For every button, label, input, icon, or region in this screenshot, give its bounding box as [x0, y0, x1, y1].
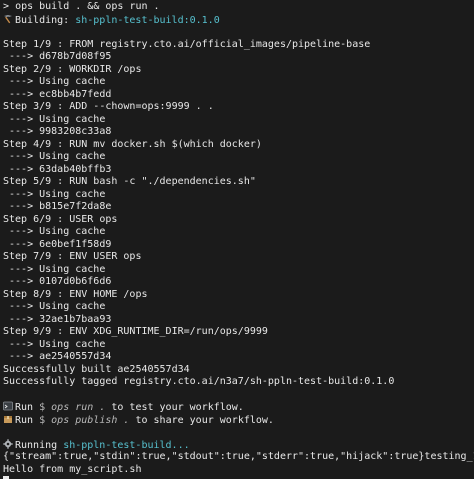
hint-command: ops run . — [51, 402, 106, 413]
step-line: Step 7/9 : ENV USER ops — [3, 251, 142, 262]
running-workflow-name: sh-ppln-test-build... — [63, 439, 190, 451]
step-output-line: ---> Using cache — [3, 188, 106, 200]
terminal-window[interactable]: > ops build . && ops run . Building: sh-… — [0, 0, 474, 479]
output-line: Hello from my_script.sh — [3, 463, 142, 475]
step-output-line: ---> Using cache — [3, 301, 106, 312]
hint-run-word: Run — [15, 414, 34, 426]
hint-description: to test your workflow. — [111, 402, 244, 413]
step-output-line: ---> Using cache — [3, 338, 106, 350]
hammer-pick-icon — [3, 14, 13, 24]
terminal-icon — [3, 401, 13, 411]
hint-dollar: $ — [39, 402, 46, 413]
prompt-symbol: > — [3, 1, 10, 12]
step-output-line: ---> 32ae1b7baa93 — [3, 313, 112, 325]
step-output-line: ---> 63dab40bffb3 — [3, 163, 112, 175]
step-output-line: ---> Using cache — [3, 263, 106, 275]
package-icon — [3, 414, 13, 424]
build-steps: Step 1/9 : FROM registry.cto.ai/official… — [3, 39, 474, 364]
step-output-line: ---> Using cache — [3, 151, 106, 162]
step-line: Step 8/9 : ENV HOME /ops — [3, 288, 148, 300]
build-success-line: Successfully built ae2540557d34 — [3, 363, 190, 375]
step-output-line: ---> Using cache — [3, 226, 106, 237]
building-image-name: sh-ppln-test-build:0.1.0 — [75, 14, 220, 26]
hint-line-run: Run $ ops run . to test your workflow. — [3, 401, 474, 414]
building-line: Building: sh-ppln-test-build:0.1.0 — [3, 14, 474, 27]
step-line: Step 3/9 : ADD --chown=ops:9999 . . — [3, 101, 214, 112]
running-label: Running — [15, 439, 58, 451]
step-output-line: ---> d678b7d08f95 — [3, 51, 112, 62]
gear-icon — [3, 438, 13, 449]
step-output-line: ---> 6e0bef1f58d9 — [3, 238, 112, 250]
hint-dollar: $ — [39, 414, 46, 426]
output-line: {"stream":true,"stdin":true,"stdout":tru… — [3, 451, 474, 462]
command-prompt-line: > ops build . && ops run . — [3, 1, 474, 14]
prompt-command: ops build . && ops run . — [15, 1, 160, 12]
building-label: Building: — [15, 14, 70, 26]
hint-run-word: Run — [15, 402, 34, 413]
step-output-line: ---> ec8bb4b7fedd — [3, 88, 112, 100]
step-output-line: ---> b815e7f2da8e — [3, 201, 112, 212]
step-output-line: ---> 9983208c33a8 — [3, 126, 112, 137]
running-line: Running sh-ppln-test-build... — [3, 438, 474, 452]
step-line: Step 5/9 : RUN bash -c "./dependencies.s… — [3, 176, 256, 187]
step-output-line: ---> Using cache — [3, 76, 106, 87]
hint-line-publish: Run $ ops publish . to share your workfl… — [3, 414, 474, 427]
step-line: Step 2/9 : WORKDIR /ops — [3, 63, 142, 75]
hint-command: ops publish . — [51, 414, 130, 426]
step-line: Step 1/9 : FROM registry.cto.ai/official… — [3, 38, 371, 50]
step-output-line: ---> 0107d0b6f6d6 — [3, 276, 112, 287]
step-line: Step 4/9 : RUN mv docker.sh $(which dock… — [3, 138, 262, 150]
hint-description: to share your workflow. — [135, 414, 274, 426]
step-output-line: ---> ae2540557d34 — [3, 351, 112, 362]
step-line: Step 9/9 : ENV XDG_RUNTIME_DIR=/run/ops/… — [3, 326, 268, 337]
step-line: Step 6/9 : USER ops — [3, 213, 118, 225]
step-output-line: ---> Using cache — [3, 113, 106, 125]
tag-success-line: Successfully tagged registry.cto.ai/n3a7… — [3, 376, 395, 387]
